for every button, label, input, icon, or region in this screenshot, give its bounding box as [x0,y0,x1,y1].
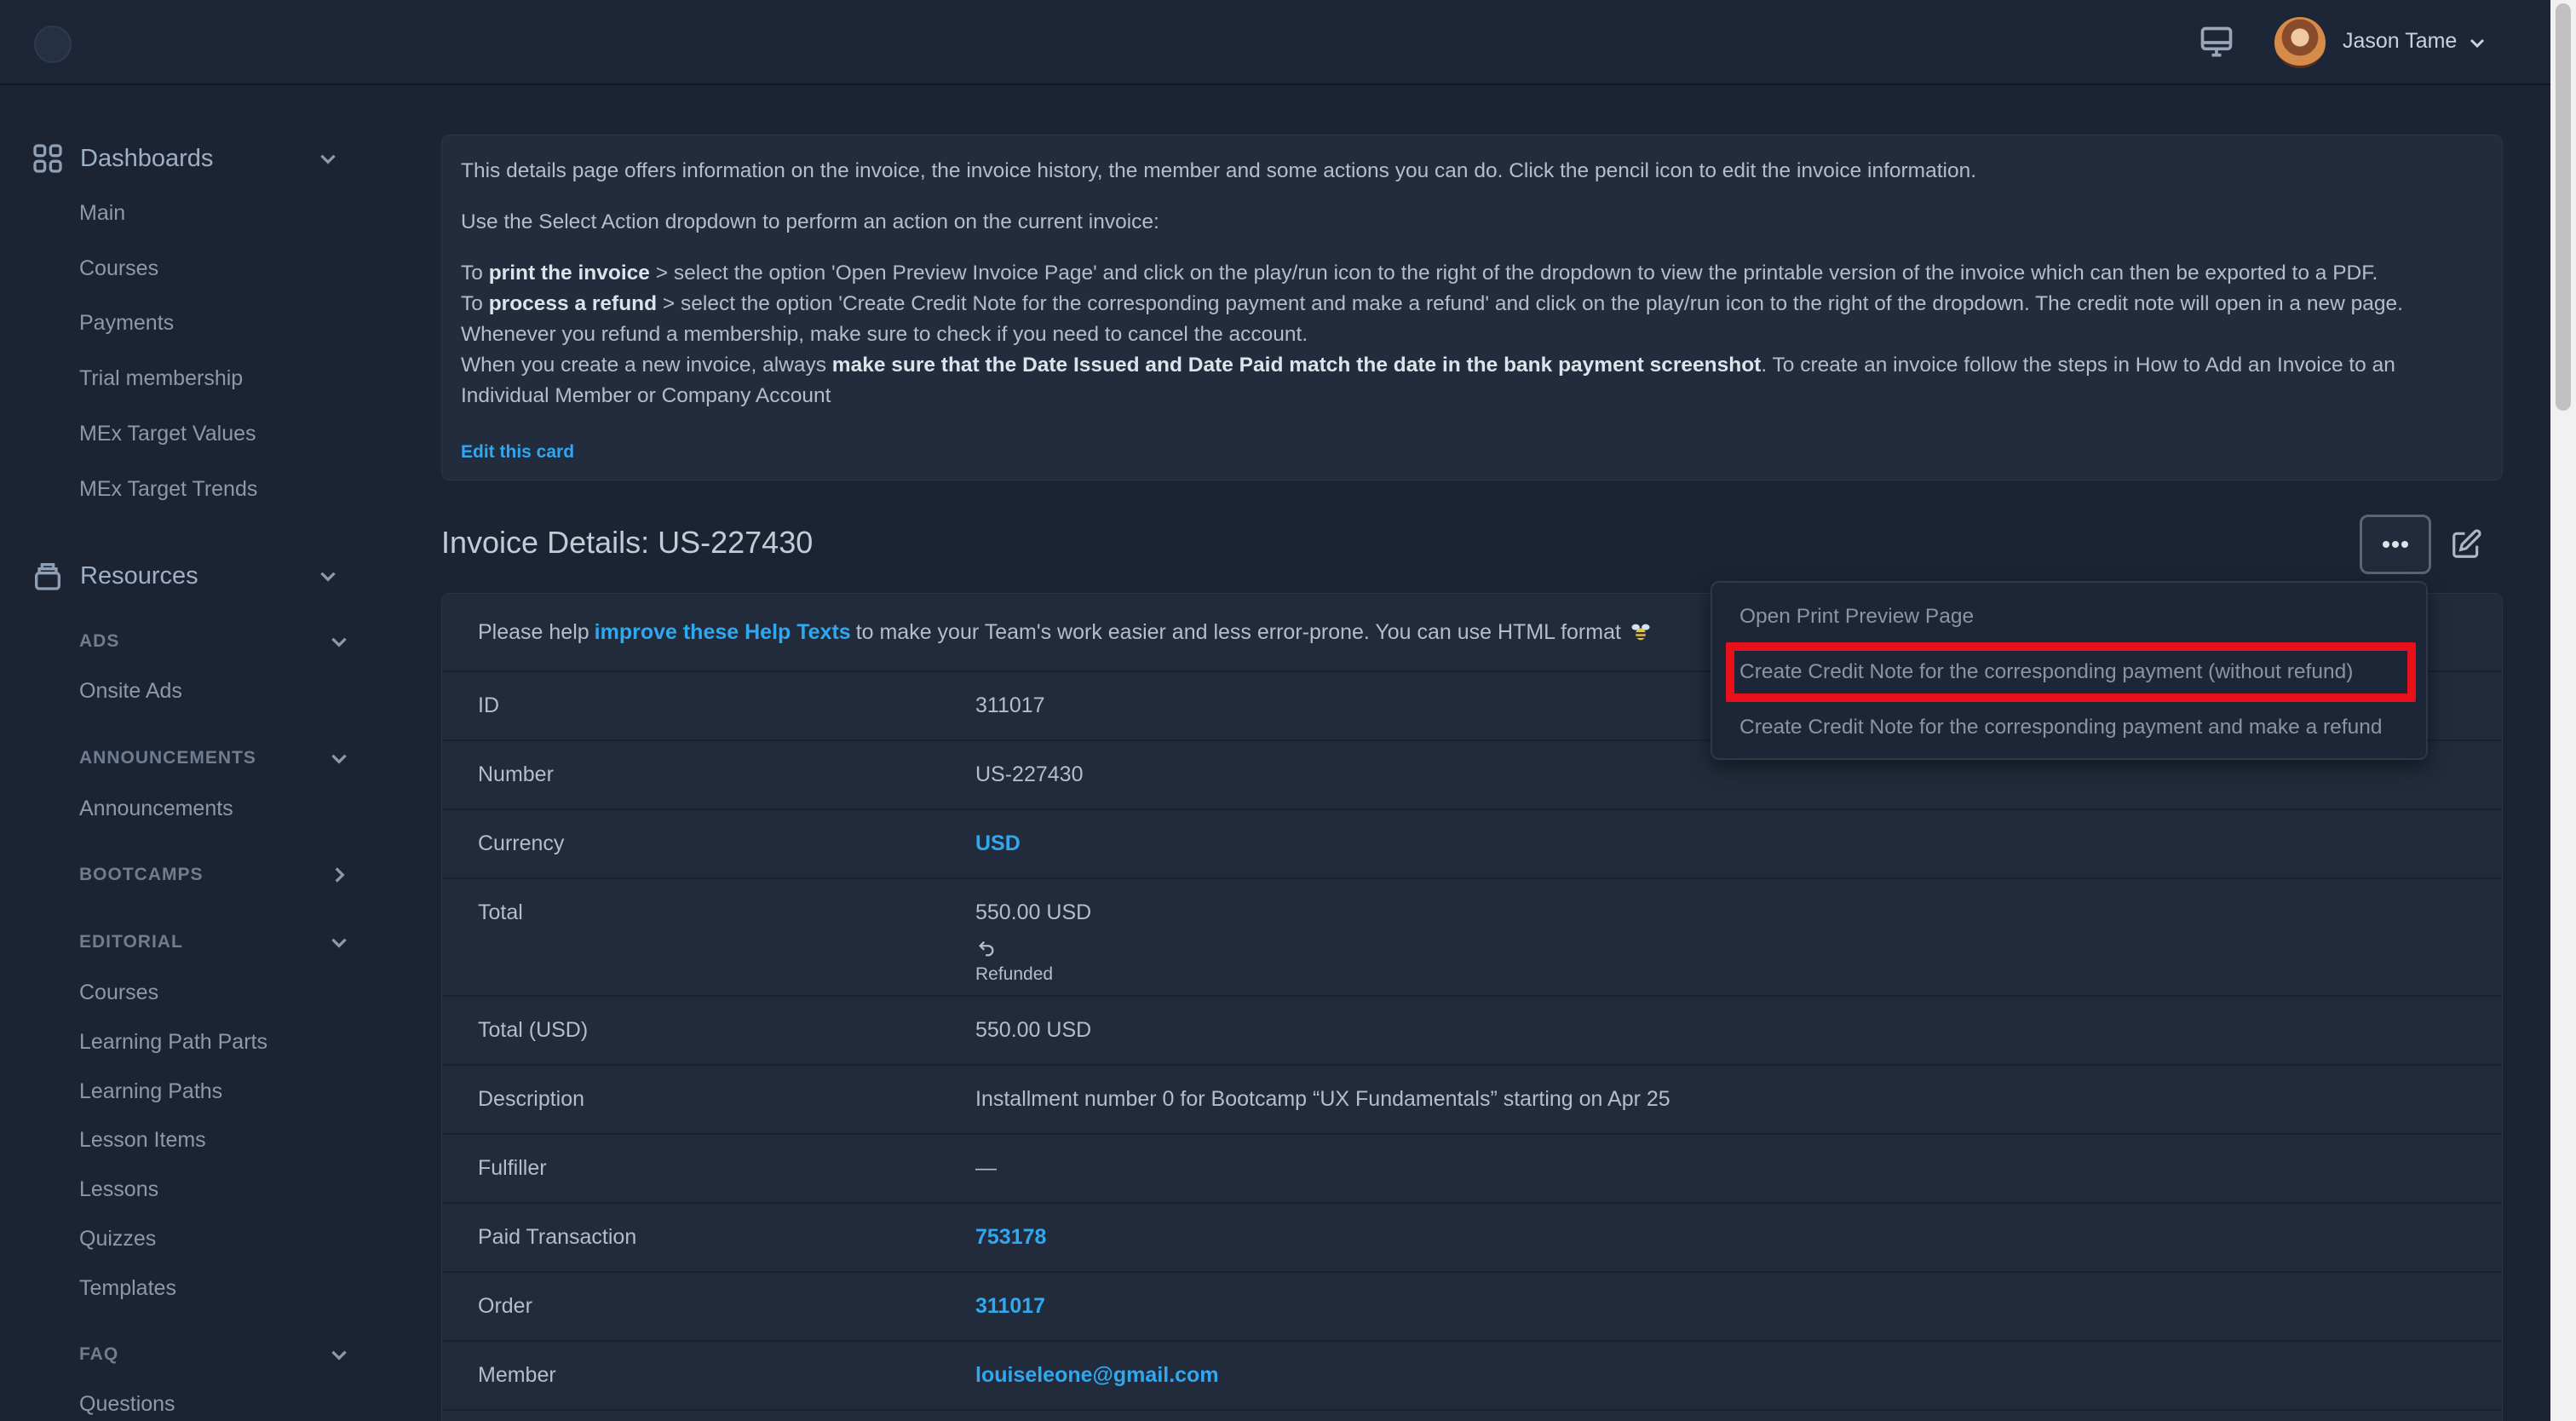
help-card: This details page offers information on … [441,135,2503,480]
chevron-down-icon[interactable] [328,747,350,769]
menu-item-credit-note-with-refund[interactable]: Create Credit Note for the corresponding… [1739,716,2382,739]
top-bar: Jason Tame [0,0,2550,85]
undo-icon [979,941,994,957]
actions-dropdown-menu: Open Print Preview Page Create Credit No… [1711,581,2428,760]
status-badge: Refunded [975,964,1054,984]
sidebar-item-quizzes[interactable]: Quizzes [79,1227,156,1251]
sidebar: Dashboards Main Courses Payments Trial m… [0,87,375,1421]
highlight-box [1726,642,2416,702]
table-row: Total 550.00 USD Refunded [442,879,2502,997]
ellipsis-icon [2383,541,2408,548]
chevron-right-icon[interactable] [328,864,350,886]
currency-link[interactable]: USD [975,831,1021,856]
sidebar-group-bootcamps[interactable]: BOOTCAMPS [79,860,350,889]
sidebar-group-label: FAQ [79,1344,119,1364]
chevron-down-icon[interactable] [328,630,350,653]
help-refund-line: To process a refund > select the option … [461,292,2403,315]
bee-icon [1631,624,1650,641]
sidebar-group-label: ADS [79,631,120,651]
chevron-down-icon[interactable] [317,147,339,170]
sidebar-item-learning-paths[interactable]: Learning Paths [79,1079,222,1104]
chevron-down-icon[interactable] [2467,32,2487,53]
improve-help-texts-link[interactable]: improve these Help Texts [595,620,851,645]
table-row: Fulfiller — [442,1135,2502,1204]
chevron-down-icon[interactable] [328,931,350,953]
monitor-icon[interactable] [2198,24,2235,61]
help-print-line: To print the invoice > select the option… [461,262,2378,285]
table-row: Order 311017 [442,1273,2502,1342]
sidebar-group-label: EDITORIAL [79,932,183,952]
sidebar-item-learning-path-parts[interactable]: Learning Path Parts [79,1030,267,1055]
sidebar-item-onsite-ads[interactable]: Onsite Ads [79,679,182,704]
pencil-icon[interactable] [2450,528,2482,561]
member-link[interactable]: louiseleone@gmail.com [975,1363,1219,1388]
sidebar-group-ads[interactable]: ADS [79,627,350,656]
page-title: Invoice Details: US-227430 [441,525,814,560]
table-row: Paid Transaction 753178 [442,1204,2502,1273]
help-intro: This details page offers information on … [461,159,1977,182]
sidebar-item-lessons[interactable]: Lessons [79,1177,158,1202]
sidebar-item-courses[interactable]: Courses [79,981,158,1005]
sidebar-section-label: Resources [80,561,198,590]
sidebar-group-faq[interactable]: FAQ [79,1340,350,1369]
table-row: Member louiseleone@gmail.com [442,1342,2502,1411]
sidebar-section-dashboards[interactable]: Dashboards [31,138,351,179]
sidebar-group-editorial[interactable]: EDITORIAL [79,928,350,957]
sidebar-item-courses[interactable]: Courses [79,256,158,281]
sidebar-item-templates[interactable]: Templates [79,1276,176,1301]
grid-icon [33,144,62,173]
sidebar-section-resources[interactable]: Resources [31,555,351,596]
avatar[interactable] [2274,17,2326,68]
sidebar-section-label: Dashboards [80,144,214,172]
sidebar-group-label: BOOTCAMPS [79,865,204,884]
help-membership-line: Whenever you refund a membership, make s… [461,323,1308,346]
more-actions-button[interactable] [2360,515,2431,574]
sidebar-item-lesson-items[interactable]: Lesson Items [79,1128,206,1153]
help-select-action: Use the Select Action dropdown to perfor… [461,210,1159,233]
paid-transaction-link[interactable]: 753178 [975,1225,1046,1250]
sidebar-item-questions[interactable]: Questions [79,1392,175,1417]
table-row: Currency USD [442,810,2502,879]
sidebar-item-main[interactable]: Main [79,201,125,226]
sidebar-item-mex-target-values[interactable]: MEx Target Values [79,422,256,446]
table-row: Total (USD) 550.00 USD [442,997,2502,1066]
chevron-down-icon[interactable] [317,565,339,587]
sidebar-item-trial-membership[interactable]: Trial membership [79,366,243,391]
chevron-down-icon[interactable] [328,1343,350,1366]
scrollbar-thumb[interactable] [2556,3,2571,411]
edit-card-link[interactable]: Edit this card [461,437,574,468]
user-name[interactable]: Jason Tame [2343,29,2457,54]
sidebar-item-mex-target-trends[interactable]: MEx Target Trends [79,477,257,502]
sidebar-item-announcements[interactable]: Announcements [79,797,233,821]
archive-icon [35,563,60,590]
logo[interactable] [34,26,72,63]
sidebar-group-label: ANNOUNCEMENTS [79,748,256,768]
sidebar-group-announcements[interactable]: ANNOUNCEMENTS [79,744,350,773]
menu-item-open-print-preview[interactable]: Open Print Preview Page [1739,605,1974,629]
sidebar-item-payments[interactable]: Payments [79,311,174,336]
help-new-invoice-line: When you create a new invoice, always ma… [461,354,2395,407]
table-row: Description Installment number 0 for Boo… [442,1066,2502,1135]
order-link[interactable]: 311017 [975,1294,1045,1319]
